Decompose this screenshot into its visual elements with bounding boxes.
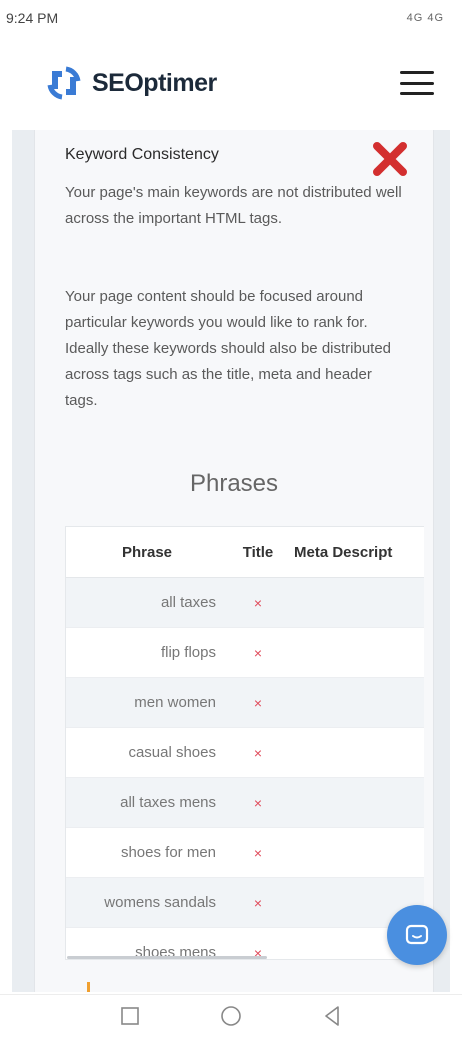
home-button[interactable] xyxy=(216,1001,246,1031)
hamburger-icon[interactable] xyxy=(400,71,434,95)
status-time: 9:24 PM xyxy=(6,10,59,26)
phrase-cell: womens sandals xyxy=(66,877,228,928)
table-row: casual shoes × × xyxy=(66,727,424,778)
back-button[interactable] xyxy=(317,1001,347,1031)
next-section-marker xyxy=(87,982,90,992)
phrase-cell: all taxes mens xyxy=(66,777,228,828)
content-area[interactable]: Keyword Consistency Your page's main key… xyxy=(12,130,450,992)
recents-button[interactable] xyxy=(115,1001,145,1031)
chat-button[interactable] xyxy=(387,905,447,965)
title-status-icon: × xyxy=(228,727,288,778)
square-icon xyxy=(121,1007,140,1025)
seoptimer-logo-icon xyxy=(47,66,81,100)
system-nav-bar xyxy=(0,994,462,1037)
table-row: all taxes × × xyxy=(66,577,424,628)
section-title: Keyword Consistency xyxy=(65,146,219,163)
table-row: shoes for men × × xyxy=(66,827,424,878)
meta-status-icon: × xyxy=(288,827,424,878)
circle-icon xyxy=(221,1006,241,1026)
title-status-icon: × xyxy=(228,677,288,728)
table-row: men women × × xyxy=(66,677,424,728)
table-horizontal-scrollbar[interactable] xyxy=(67,956,267,959)
section-description: Your page content should be focused arou… xyxy=(65,288,392,409)
logo-text: SEOptimer xyxy=(92,68,217,97)
meta-status-icon: × xyxy=(288,777,424,828)
meta-status-icon: × xyxy=(288,677,424,728)
title-status-icon: × xyxy=(228,827,288,878)
phrases-table-scroller[interactable]: Phrase Title Meta Descript all taxes × ×… xyxy=(65,526,424,960)
table-row: flip flops × × xyxy=(66,627,424,678)
phrases-heading: Phrases xyxy=(189,470,279,497)
phrase-cell: shoes for men xyxy=(66,827,228,878)
phrase-cell: flip flops xyxy=(66,627,228,678)
chat-icon xyxy=(405,924,429,945)
phrases-table: Phrase Title Meta Descript all taxes × ×… xyxy=(66,527,424,959)
logo[interactable]: SEOptimer xyxy=(42,61,217,105)
keyword-consistency-card: Keyword Consistency Your page's main key… xyxy=(34,130,434,992)
table-row: all taxes mens × × xyxy=(66,777,424,828)
title-status-icon: × xyxy=(228,777,288,828)
column-header-meta: Meta Descript xyxy=(288,527,424,578)
app-header: SEOptimer xyxy=(0,36,462,130)
meta-status-icon: × xyxy=(288,627,424,678)
status-bar: 9:24 PM 4G 4G xyxy=(0,0,462,36)
title-status-icon: × xyxy=(228,627,288,678)
column-header-phrase: Phrase xyxy=(66,527,228,578)
table-header-row: Phrase Title Meta Descript xyxy=(66,527,424,578)
meta-status-icon: × xyxy=(288,727,424,778)
triangle-back-icon xyxy=(324,1006,339,1026)
phrase-cell: all taxes xyxy=(66,577,228,628)
table-row: womens sandals × × xyxy=(66,877,424,928)
title-status-icon: × xyxy=(228,877,288,928)
red-x-icon xyxy=(373,142,407,176)
signal-indicators: 4G 4G xyxy=(406,12,444,24)
section-summary: Your page's main keywords are not distri… xyxy=(65,184,402,227)
column-header-title: Title xyxy=(228,527,288,578)
meta-status-icon: × xyxy=(288,577,424,628)
title-status-icon: × xyxy=(228,577,288,628)
phrase-cell: casual shoes xyxy=(66,727,228,778)
phrase-cell: men women xyxy=(66,677,228,728)
